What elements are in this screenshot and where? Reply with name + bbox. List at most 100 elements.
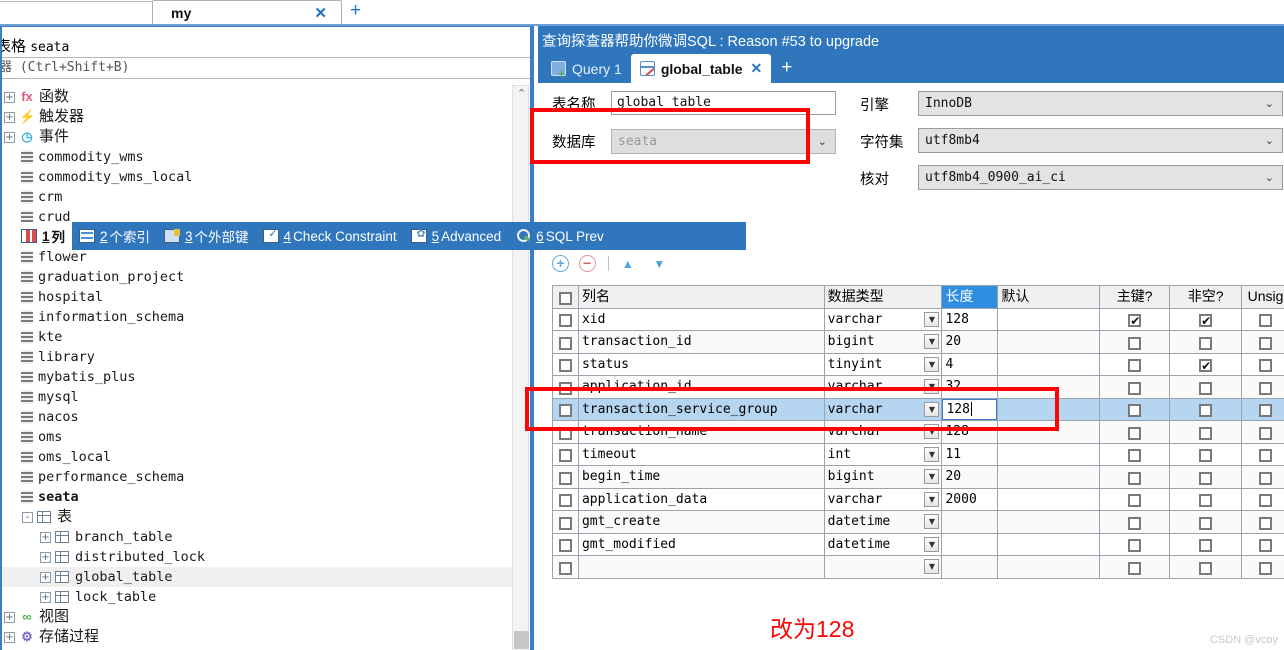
not-null-checkbox[interactable]	[1199, 449, 1213, 462]
primary-key-checkbox[interactable]	[1128, 311, 1142, 330]
data-type-cell[interactable]: int ▼	[824, 443, 943, 466]
row-select-checkbox[interactable]	[558, 426, 572, 440]
not-null-cell[interactable]	[1170, 353, 1243, 376]
unsigned-checkbox[interactable]	[1259, 426, 1273, 440]
chevron-down-icon[interactable]: ▼	[924, 356, 940, 372]
expand-icon[interactable]: +	[4, 111, 15, 123]
length-cell[interactable]: 4	[942, 353, 999, 376]
not-null-cell[interactable]	[1170, 421, 1243, 444]
data-type-cell[interactable]: bigint ▼	[824, 331, 943, 354]
primary-key-cell[interactable]	[1100, 533, 1171, 556]
not-null-cell[interactable]	[1170, 376, 1243, 399]
collapse-icon[interactable]: -	[22, 511, 33, 523]
length-edit-field[interactable]: 128	[942, 398, 998, 420]
table-row[interactable]: gmt_modified datetime ▼	[553, 533, 1284, 556]
primary-key-cell[interactable]	[1100, 331, 1171, 354]
column-name-cell[interactable]: timeout	[578, 443, 825, 466]
tree-item---[interactable]: + fx 函数	[2, 87, 514, 107]
select-all-checkbox[interactable]	[558, 292, 572, 306]
editor-tab-query-1[interactable]: Query 1	[542, 54, 631, 83]
unsigned-checkbox[interactable]	[1259, 471, 1273, 485]
table-row[interactable]: begin_time bigint ▼ 20	[553, 466, 1284, 489]
unsigned-cell[interactable]	[1242, 354, 1284, 376]
move-up-button[interactable]: ▲	[622, 257, 634, 271]
charset-select[interactable]: utf8mb4 ⌄	[918, 128, 1283, 153]
not-null-checkbox[interactable]	[1199, 336, 1213, 350]
primary-key-cell[interactable]	[1100, 556, 1171, 579]
move-down-button[interactable]: ▼	[653, 257, 665, 271]
primary-key-checkbox[interactable]	[1128, 449, 1142, 462]
tree-item-library[interactable]: library	[2, 347, 514, 367]
chevron-down-icon[interactable]: ▼	[924, 536, 940, 552]
default-cell[interactable]	[998, 443, 1101, 466]
header-column-name[interactable]: 列名	[578, 286, 825, 309]
default-cell[interactable]	[998, 308, 1101, 331]
tree-item-branch_table[interactable]: + branch_table	[2, 527, 514, 547]
default-cell[interactable]	[998, 533, 1101, 556]
tree-item-oms[interactable]: oms	[2, 427, 514, 447]
row-select-checkbox[interactable]	[558, 404, 572, 417]
header-select-all[interactable]	[553, 286, 579, 309]
tree-item-mysql[interactable]: mysql	[2, 387, 514, 407]
sub-tab-check-constraint[interactable]: 4 Check Constraint	[256, 222, 404, 250]
expand-icon[interactable]: +	[4, 611, 15, 623]
tree-item-oms_local[interactable]: oms_local	[2, 447, 514, 467]
sub-tab-sql-prev[interactable]: 6 SQL Prev	[508, 222, 611, 250]
chevron-down-icon[interactable]: ▼	[924, 446, 940, 462]
column-name-cell[interactable]: transaction_id	[578, 331, 825, 354]
header-default[interactable]: 默认	[998, 286, 1101, 309]
column-name-cell[interactable]: application_id	[578, 376, 825, 399]
table-name-input[interactable]: global_table	[611, 91, 836, 115]
unsigned-cell[interactable]	[1242, 399, 1284, 421]
default-cell[interactable]	[998, 511, 1101, 534]
primary-key-cell[interactable]	[1100, 308, 1171, 331]
sub-tab-----[interactable]: 3 个外部键	[157, 222, 256, 250]
column-name-cell[interactable]: application_data	[578, 488, 825, 511]
row-select-checkbox-cell[interactable]	[553, 488, 579, 511]
data-type-cell[interactable]: datetime ▼	[824, 533, 943, 556]
scrollbar-thumb[interactable]	[514, 631, 529, 649]
unsigned-checkbox[interactable]	[1259, 336, 1273, 350]
table-row[interactable]: application_id varchar ▼ 32	[553, 376, 1284, 399]
not-null-cell[interactable]	[1170, 511, 1243, 534]
expand-icon[interactable]: +	[4, 631, 15, 643]
table-row[interactable]: xid varchar ▼ 128	[553, 308, 1284, 331]
not-null-checkbox[interactable]	[1199, 426, 1213, 440]
tree-item-nacos[interactable]: nacos	[2, 407, 514, 427]
data-type-cell[interactable]: bigint ▼	[824, 466, 943, 489]
not-null-cell[interactable]	[1170, 443, 1243, 466]
browser-tab-inactive[interactable]	[0, 1, 155, 25]
new-editor-tab-icon[interactable]: +	[781, 54, 792, 81]
row-select-checkbox[interactable]	[558, 449, 572, 462]
column-name-cell[interactable]: transaction_name	[578, 421, 825, 444]
length-cell[interactable]	[942, 533, 999, 556]
unsigned-checkbox[interactable]	[1259, 381, 1273, 395]
row-select-checkbox-cell[interactable]	[553, 308, 579, 331]
chevron-down-icon[interactable]: ▼	[924, 311, 940, 327]
not-null-checkbox[interactable]	[1199, 356, 1213, 375]
expand-icon[interactable]: +	[4, 91, 15, 103]
unsigned-checkbox[interactable]	[1259, 404, 1273, 417]
primary-key-cell[interactable]	[1100, 466, 1171, 489]
primary-key-cell[interactable]	[1100, 488, 1171, 511]
browser-tab-my[interactable]: my ✕	[152, 0, 342, 25]
collation-select[interactable]: utf8mb4_0900_ai_ci ⌄	[918, 165, 1283, 190]
engine-select[interactable]: InnoDB ⌄	[918, 91, 1283, 116]
primary-key-checkbox[interactable]	[1128, 336, 1142, 350]
row-select-checkbox-cell[interactable]	[553, 353, 579, 376]
row-select-checkbox[interactable]	[558, 561, 572, 575]
table-row[interactable]: ▼	[553, 556, 1284, 579]
chevron-down-icon[interactable]: ▼	[924, 379, 940, 394]
expand-icon[interactable]: +	[40, 571, 51, 583]
chevron-down-icon[interactable]: ▼	[924, 559, 940, 574]
primary-key-checkbox[interactable]	[1128, 494, 1142, 507]
not-null-checkbox[interactable]	[1199, 494, 1213, 507]
unsigned-cell[interactable]	[1242, 444, 1284, 466]
default-cell[interactable]	[998, 331, 1101, 354]
primary-key-cell[interactable]	[1100, 398, 1171, 421]
tree-item---[interactable]: + ◷ 事件	[2, 127, 514, 147]
tree-item-kte[interactable]: kte	[2, 327, 514, 347]
header-data-type[interactable]: 数据类型	[824, 286, 943, 309]
not-null-cell[interactable]	[1170, 398, 1243, 421]
chevron-down-icon[interactable]: ▼	[924, 491, 940, 507]
